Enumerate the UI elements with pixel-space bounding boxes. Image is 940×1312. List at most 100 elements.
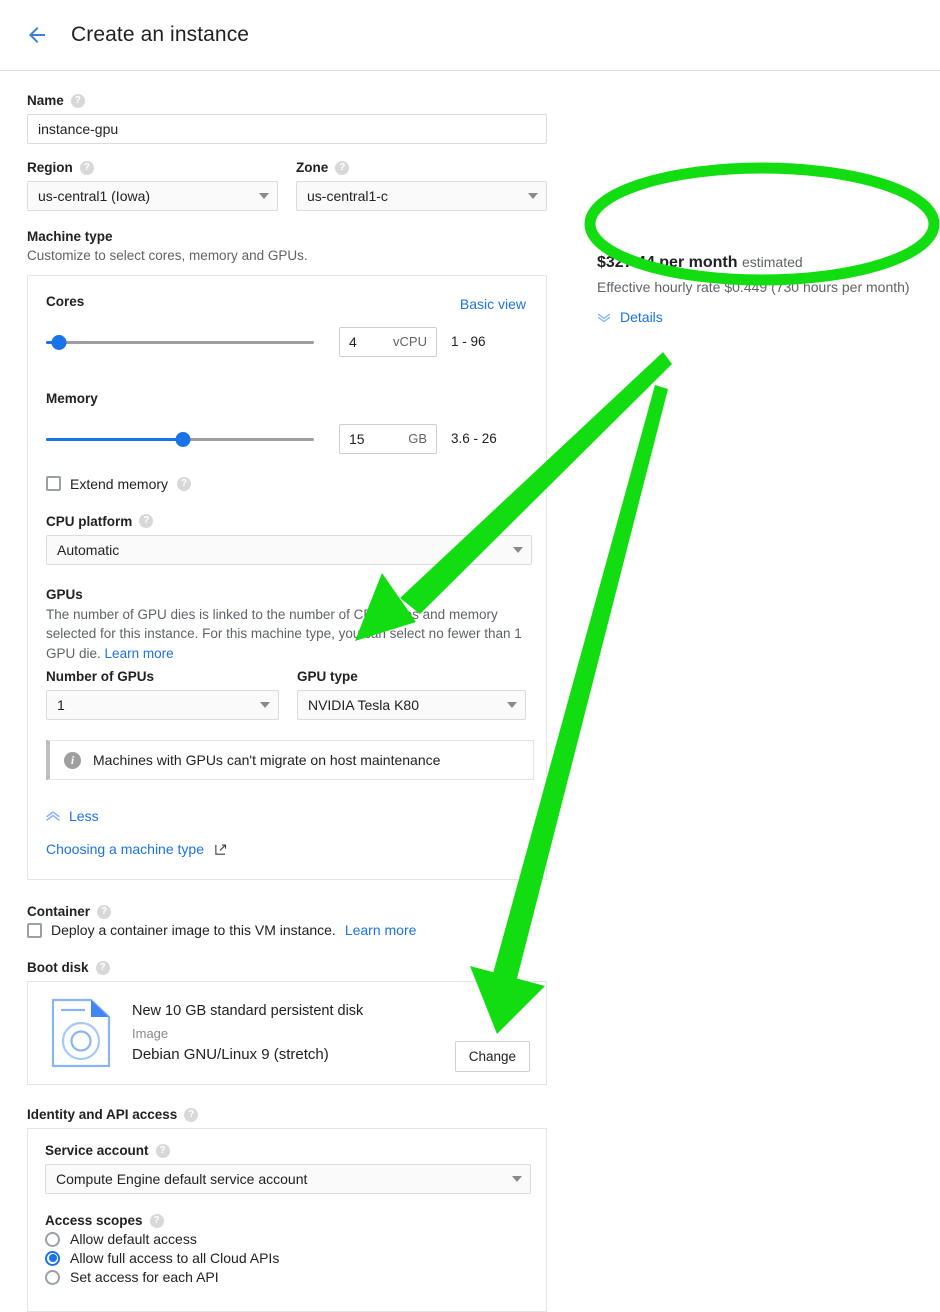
pricing-amount: $327.44 per month	[597, 254, 738, 271]
zone-help-icon[interactable]: ?	[335, 160, 350, 175]
access-scopes-help-icon[interactable]: ?	[149, 1213, 164, 1228]
service-account-label-row: Service account ?	[45, 1143, 529, 1158]
pricing-details-toggle[interactable]: Details	[597, 309, 937, 325]
container-checkbox-row[interactable]: Deploy a container image to this VM inst…	[27, 922, 547, 938]
service-account-value: Compute Engine default service account	[56, 1171, 308, 1188]
service-account-help-icon[interactable]: ?	[155, 1143, 170, 1158]
radio-allow-default-access[interactable]	[45, 1231, 60, 1247]
gpus-label-row: GPUs	[46, 587, 526, 602]
disk-image-icon	[51, 999, 111, 1068]
cores-range: 1 - 96	[451, 334, 486, 350]
cores-slider[interactable]	[46, 332, 314, 352]
chevron-down-icon	[513, 546, 523, 553]
machine-type-description: Customize to select cores, memory and GP…	[27, 248, 308, 263]
basic-view-link[interactable]: Basic view	[460, 296, 526, 312]
cpu-platform-help-icon[interactable]: ?	[139, 514, 154, 529]
memory-row: 15 GB 3.6 - 26	[46, 423, 526, 454]
zone-label: Zone	[296, 160, 329, 175]
container-section: Container ? Deploy a container image to …	[27, 904, 547, 938]
memory-label: Memory	[46, 390, 98, 406]
boot-disk-label: Boot disk	[27, 960, 89, 976]
memory-value: 15	[349, 430, 365, 447]
cpu-platform-select[interactable]: Automatic	[46, 534, 532, 565]
less-toggle[interactable]: Less	[46, 808, 526, 824]
cpu-platform-value: Automatic	[57, 541, 120, 558]
boot-disk-change-button[interactable]: Change	[454, 1041, 530, 1073]
app-header: Create an instance	[0, 0, 940, 71]
arrow-left-icon	[29, 27, 45, 43]
access-scopes-label: Access scopes	[45, 1213, 143, 1229]
gpus-learn-more-link[interactable]: Learn more	[105, 646, 174, 661]
machine-type-label-text: Machine type	[27, 229, 113, 244]
zone-select[interactable]: us-central1-c	[296, 181, 547, 211]
cpu-platform-label: CPU platform	[46, 513, 133, 529]
container-learn-more-link[interactable]: Learn more	[345, 922, 417, 938]
region-help-icon[interactable]: ?	[79, 160, 94, 175]
pricing-hourly-rate: Effective hourly rate $0.449 (730 hours …	[597, 279, 910, 295]
pricing-amount-row: $327.44 per month estimated	[597, 254, 937, 272]
boot-disk-card: New 10 GB standard persistent disk Image…	[27, 981, 547, 1086]
access-scope-label-1: Allow full access to all Cloud APIs	[70, 1250, 280, 1267]
boot-disk-help-icon[interactable]: ?	[95, 960, 110, 975]
zone-value: us-central1-c	[307, 188, 388, 204]
service-account-select[interactable]: Compute Engine default service account	[45, 1164, 531, 1195]
less-label: Less	[69, 808, 99, 825]
access-scope-label-2: Set access for each API	[70, 1269, 219, 1286]
identity-label-row: Identity and API access ?	[27, 1107, 547, 1122]
extend-memory-row[interactable]: Extend memory ?	[46, 476, 526, 492]
choosing-machine-type-label: Choosing a machine type	[46, 841, 204, 858]
memory-unit: GB	[408, 431, 427, 447]
cores-label: Cores	[46, 293, 85, 309]
identity-card: Service account ? Compute Engine default…	[27, 1128, 547, 1312]
identity-help-icon[interactable]: ?	[184, 1107, 199, 1122]
instance-name-input[interactable]	[27, 114, 547, 144]
radio-allow-full-access[interactable]	[45, 1250, 60, 1266]
memory-slider[interactable]	[46, 429, 314, 449]
container-help-icon[interactable]: ?	[97, 904, 112, 919]
name-help-icon[interactable]: ?	[70, 93, 85, 108]
container-label: Container	[27, 904, 91, 920]
chevron-down-icon	[597, 313, 611, 322]
chevron-down-icon	[507, 702, 517, 709]
service-account-label: Service account	[45, 1143, 149, 1159]
machine-type-section: Machine type Customize to select cores, …	[27, 229, 547, 881]
cores-input[interactable]: 4 vCPU	[339, 326, 437, 357]
choosing-machine-type-link[interactable]: Choosing a machine type	[46, 841, 526, 857]
region-select[interactable]: us-central1 (Iowa)	[27, 181, 278, 211]
pricing-estimated-suffix: estimated	[741, 254, 803, 270]
extend-memory-help-icon[interactable]: ?	[177, 476, 192, 491]
access-scope-option-2[interactable]: Set access for each API	[45, 1269, 529, 1285]
chevron-up-icon	[46, 811, 60, 821]
back-button[interactable]	[22, 20, 52, 50]
region-value: us-central1 (Iowa)	[38, 188, 151, 204]
gpu-migration-notice: i Machines with GPUs can't migrate on ho…	[46, 740, 534, 781]
zone-group: Zone ? us-central1-c	[296, 160, 547, 211]
extend-memory-checkbox[interactable]	[46, 476, 61, 492]
machine-type-card: Basic view Cores 4 vCPU 1 - 96 Memory 15…	[27, 274, 547, 881]
external-link-icon	[215, 844, 227, 855]
gpu-count-group: Number of GPUs 1	[46, 669, 279, 721]
chevron-down-icon	[259, 193, 269, 199]
access-scope-option-0[interactable]: Allow default access	[45, 1231, 529, 1247]
gpus-label: GPUs	[46, 586, 83, 602]
page-title: Create an instance	[71, 23, 250, 46]
gpu-count-label: Number of GPUs	[46, 669, 155, 685]
identity-section: Identity and API access ? Service accoun…	[27, 1107, 547, 1312]
info-icon: i	[64, 751, 81, 769]
cores-row: 4 vCPU 1 - 96	[46, 326, 526, 357]
region-group: Region ? us-central1 (Iowa)	[27, 160, 278, 211]
access-scope-option-1[interactable]: Allow full access to all Cloud APIs	[45, 1250, 529, 1266]
gpu-count-select[interactable]: 1	[46, 690, 279, 721]
cores-value: 4	[349, 333, 357, 350]
memory-range: 3.6 - 26	[451, 431, 497, 447]
gpu-type-select[interactable]: NVIDIA Tesla K80	[296, 690, 526, 721]
cores-slider-thumb[interactable]	[51, 334, 67, 350]
boot-disk-info: New 10 GB standard persistent disk Image…	[132, 1003, 455, 1063]
memory-input[interactable]: 15 GB	[339, 423, 437, 454]
main-content: Name ? Region ? us-central1 (Iowa) Zone …	[0, 71, 940, 1312]
deploy-container-checkbox[interactable]	[27, 922, 42, 938]
memory-slider-thumb[interactable]	[175, 431, 191, 447]
gpus-description: The number of GPU dies is linked to the …	[46, 605, 526, 664]
boot-disk-image-value: Debian GNU/Linux 9 (stretch)	[132, 1046, 329, 1064]
radio-set-access-each-api[interactable]	[45, 1269, 60, 1285]
